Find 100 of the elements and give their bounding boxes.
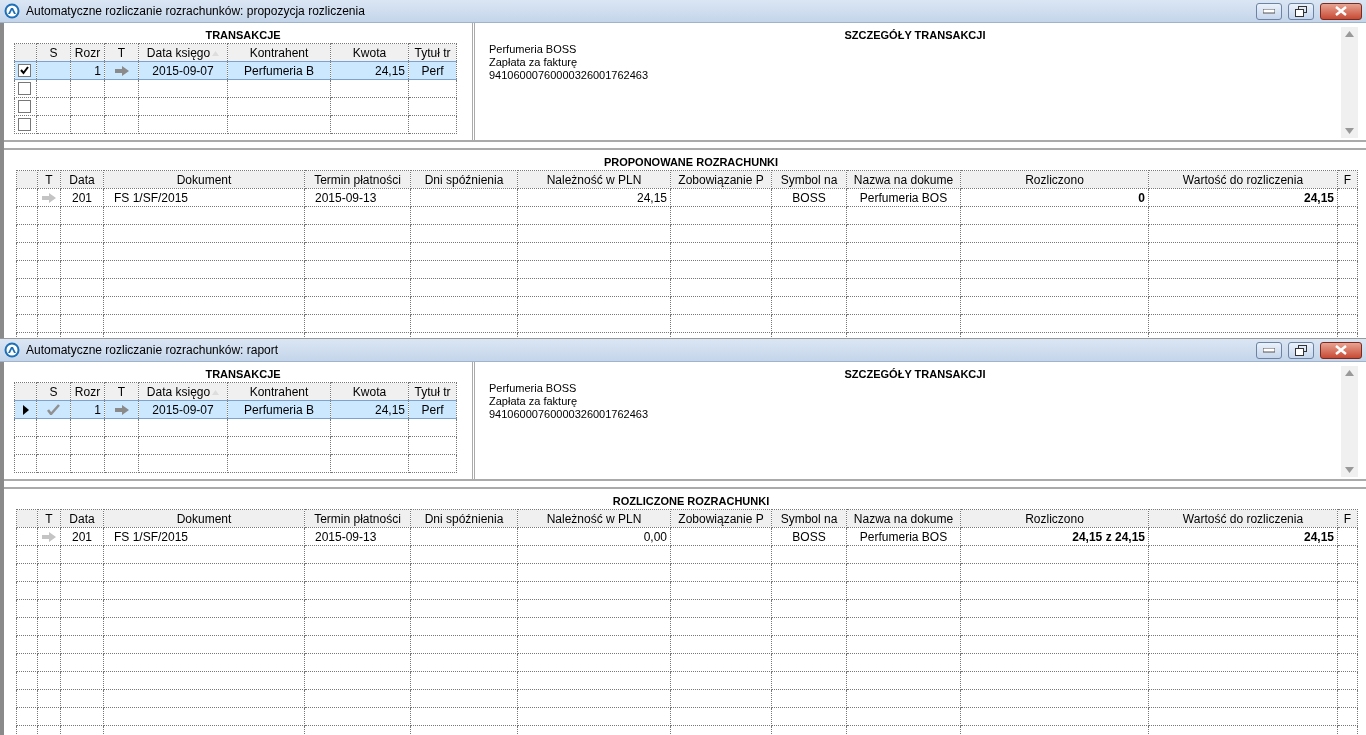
column-header[interactable]: T bbox=[104, 43, 139, 62]
detail-text: Perfumeria BOSS bbox=[489, 43, 578, 56]
detail-text: Zapłata za fakturę bbox=[489, 56, 579, 69]
table-cell: 24,15 bbox=[1148, 527, 1338, 546]
restore-button[interactable] bbox=[1288, 2, 1314, 20]
column-header[interactable]: Symbol na bbox=[771, 170, 847, 189]
column-header[interactable]: Rozliczono bbox=[960, 170, 1149, 189]
scroll-down-icon[interactable] bbox=[1345, 128, 1354, 134]
window-title: Automatyczne rozliczanie rozrachunków: propozycja rozliczenia bbox=[26, 4, 366, 18]
scroll-up-icon[interactable] bbox=[1345, 31, 1354, 37]
scroll-down-icon[interactable] bbox=[1345, 467, 1354, 473]
table-cell: 201 bbox=[60, 188, 104, 207]
column-header[interactable]: Wartość do rozliczenia bbox=[1148, 170, 1338, 189]
panel-title: ROZLICZONE ROZRACHUNKI bbox=[611, 494, 771, 509]
panel-title: TRANSAKCJE bbox=[204, 367, 282, 382]
table-cell: 2015-09-07 bbox=[138, 61, 228, 80]
splitter[interactable] bbox=[4, 140, 1366, 150]
column-header[interactable]: Zobowiązanie P bbox=[670, 170, 772, 189]
column-header[interactable]: Kontrahent bbox=[227, 43, 331, 62]
table-cell: FS 1/SF/2015 bbox=[103, 527, 305, 546]
splitter[interactable] bbox=[4, 479, 1366, 489]
column-header[interactable]: Nazwa na dokume bbox=[846, 170, 961, 189]
column-header[interactable]: T bbox=[37, 509, 61, 528]
column-header[interactable]: F bbox=[1337, 170, 1358, 189]
checkbox[interactable] bbox=[18, 100, 31, 113]
column-header[interactable]: Należność w PLN bbox=[517, 509, 671, 528]
table-cell: 0,00 bbox=[517, 527, 671, 546]
table-cell: Perfumeria B bbox=[227, 61, 331, 80]
checkbox[interactable] bbox=[18, 118, 31, 131]
column-header[interactable]: Termin płatności bbox=[304, 509, 411, 528]
column-header[interactable]: Nazwa na dokume bbox=[846, 509, 961, 528]
table-cell: 2015-09-13 bbox=[304, 188, 411, 207]
column-header[interactable]: Data bbox=[60, 170, 104, 189]
column-header[interactable]: Dni spóźnienia bbox=[410, 170, 518, 189]
table-cell: Perf bbox=[408, 61, 457, 80]
detail-text: Perfumeria BOSS bbox=[489, 382, 578, 395]
table-cell: 24,15 bbox=[330, 400, 409, 419]
minimize-icon bbox=[1263, 347, 1275, 353]
table-cell: 24,15 bbox=[517, 188, 671, 207]
table-cell: Perfumeria BOS bbox=[846, 188, 961, 207]
table-cell: 201 bbox=[60, 527, 104, 546]
window-title: Automatyczne rozliczanie rozrachunków: raport bbox=[26, 343, 280, 357]
table-cell: Perfumeria BOS bbox=[846, 527, 961, 546]
detail-text: Zapłata za fakturę bbox=[489, 395, 579, 408]
app-logo-icon bbox=[4, 3, 20, 19]
column-header[interactable]: T bbox=[37, 170, 61, 189]
column-header[interactable]: Kwota bbox=[330, 43, 409, 62]
table-cell: Perfumeria B bbox=[227, 400, 331, 419]
restore-icon bbox=[1295, 344, 1307, 356]
restore-icon bbox=[1295, 5, 1307, 17]
scrollbar[interactable] bbox=[1341, 27, 1358, 138]
checkbox[interactable] bbox=[18, 82, 31, 95]
minimize-icon bbox=[1263, 8, 1275, 14]
column-header[interactable]: Należność w PLN bbox=[517, 170, 671, 189]
scrollbar[interactable] bbox=[1341, 366, 1358, 477]
panel-title: PROPONOWANE ROZRACHUNKI bbox=[602, 155, 780, 170]
checkbox[interactable] bbox=[18, 64, 31, 77]
column-header[interactable]: Rozr bbox=[70, 382, 105, 401]
column-header[interactable]: Dni spóźnienia bbox=[410, 509, 518, 528]
column-header[interactable]: Termin płatności bbox=[304, 170, 411, 189]
column-header[interactable]: F bbox=[1337, 509, 1358, 528]
column-header[interactable]: Dokument bbox=[103, 509, 305, 528]
column-header[interactable]: Wartość do rozliczenia bbox=[1148, 509, 1338, 528]
minimize-button[interactable] bbox=[1256, 2, 1282, 20]
column-header[interactable]: Data bbox=[60, 509, 104, 528]
table-cell: BOSS bbox=[771, 527, 847, 546]
close-icon bbox=[1335, 345, 1347, 355]
column-header[interactable]: Tytuł tr bbox=[408, 382, 457, 401]
close-button[interactable] bbox=[1320, 341, 1362, 359]
column-header[interactable]: T bbox=[104, 382, 139, 401]
detail-text: 94106000760000326001762463 bbox=[489, 408, 650, 421]
scroll-up-icon[interactable] bbox=[1345, 370, 1354, 376]
restore-button[interactable] bbox=[1288, 341, 1314, 359]
column-header[interactable]: Dokument bbox=[103, 170, 305, 189]
column-header[interactable]: Tytuł tr bbox=[408, 43, 457, 62]
table-cell: 1 bbox=[70, 400, 105, 419]
panel-title: SZCZEGÓŁY TRANSAKCJI bbox=[843, 28, 987, 43]
column-header[interactable]: S bbox=[36, 43, 71, 62]
column-header[interactable]: Zobowiązanie P bbox=[670, 509, 772, 528]
table-cell: Perf bbox=[408, 400, 457, 419]
column-header[interactable]: Kwota bbox=[330, 382, 409, 401]
column-header[interactable]: Symbol na bbox=[771, 509, 847, 528]
column-header[interactable]: Data księgo bbox=[138, 43, 228, 62]
table-cell: 24,15 bbox=[330, 61, 409, 80]
column-header[interactable]: Data księgo bbox=[138, 382, 228, 401]
table-cell: 2015-09-07 bbox=[138, 400, 228, 419]
panel-title: TRANSAKCJE bbox=[204, 28, 282, 43]
column-header[interactable]: S bbox=[36, 382, 71, 401]
detail-text: 94106000760000326001762463 bbox=[489, 69, 650, 82]
table-cell: 1 bbox=[70, 61, 105, 80]
minimize-button[interactable] bbox=[1256, 341, 1282, 359]
table-cell: 24,15 z 24,15 bbox=[960, 527, 1149, 546]
table-cell: 2015-09-13 bbox=[304, 527, 411, 546]
table-cell: BOSS bbox=[771, 188, 847, 207]
close-button[interactable] bbox=[1320, 2, 1362, 20]
column-header[interactable]: Rozr bbox=[70, 43, 105, 62]
app-logo-icon bbox=[4, 342, 20, 358]
panel-title: SZCZEGÓŁY TRANSAKCJI bbox=[843, 367, 987, 382]
column-header[interactable]: Kontrahent bbox=[227, 382, 331, 401]
column-header[interactable]: Rozliczono bbox=[960, 509, 1149, 528]
